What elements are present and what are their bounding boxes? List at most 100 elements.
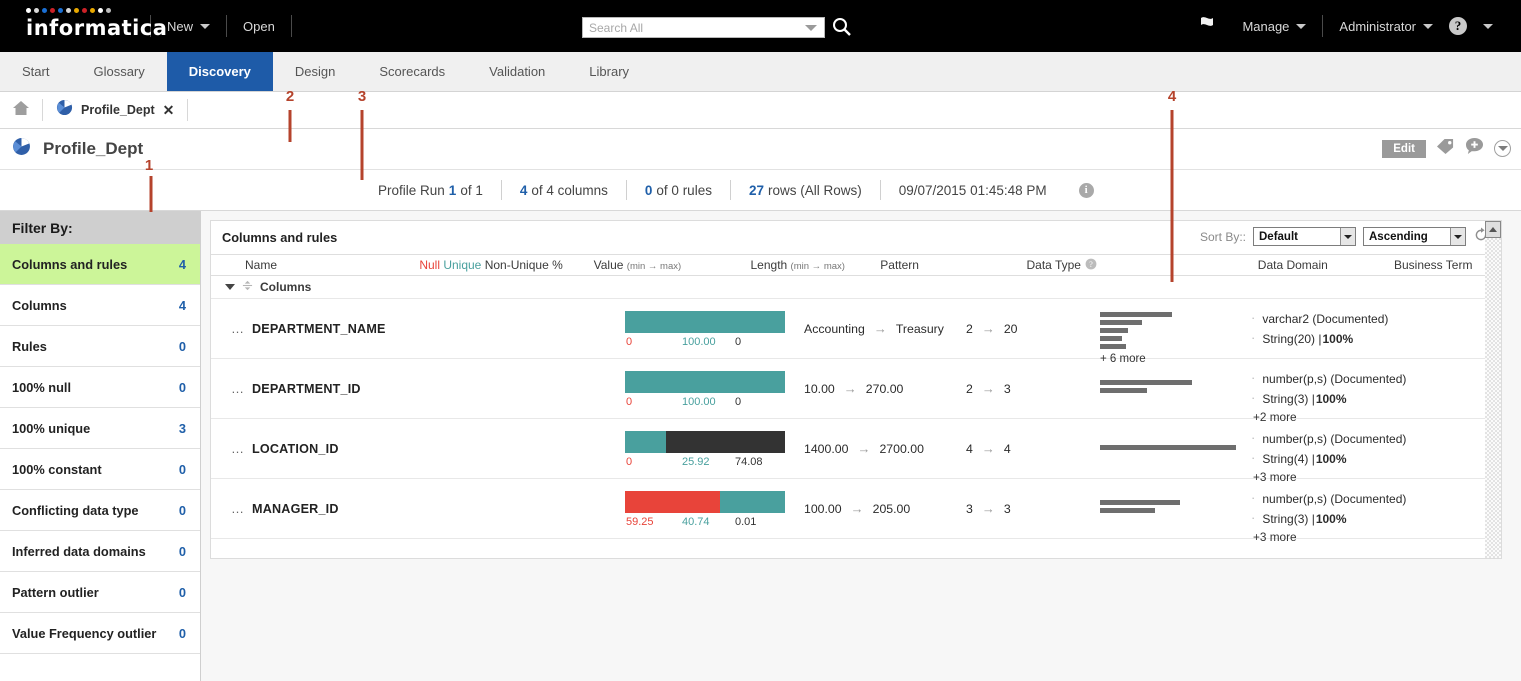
resize-handle-icon[interactable]: [241, 280, 254, 294]
search-input[interactable]: [583, 19, 805, 36]
chevron-down-icon[interactable]: [225, 284, 235, 290]
filter-item-100-unique[interactable]: 100% unique3: [0, 408, 200, 449]
cell-pattern[interactable]: [1100, 380, 1240, 396]
rules-count: 0: [645, 183, 653, 198]
row-menu-icon[interactable]: …: [231, 441, 245, 456]
informatica-logo[interactable]: informatica: [26, 8, 150, 44]
bar-label-nonunique: 74.08: [735, 456, 763, 468]
nav-tab-label: Validation: [489, 64, 545, 79]
table-row[interactable]: …DEPARTMENT_NAME0100.000Accounting→Treas…: [211, 299, 1501, 359]
bar-label-unique: 100.00: [682, 396, 716, 408]
cell-pattern[interactable]: [1100, 445, 1240, 453]
document-tab-profile-dept[interactable]: Profile_Dept ✕: [43, 92, 187, 128]
nav-tab-start[interactable]: Start: [0, 52, 71, 91]
edit-button[interactable]: Edit: [1382, 140, 1426, 158]
sort-field-value: Default: [1259, 231, 1298, 243]
data-type-more-link[interactable]: +3 more: [1253, 530, 1446, 544]
chevron-down-icon[interactable]: [1450, 228, 1465, 245]
data-type-inferred-percent: 100%: [1316, 509, 1347, 529]
annotation-leader-line: [289, 110, 292, 142]
col-header-business-term[interactable]: Business Term: [1365, 258, 1501, 272]
help-icon[interactable]: ?: [1449, 17, 1467, 35]
row-menu-icon[interactable]: …: [231, 381, 245, 396]
group-row-columns[interactable]: Columns: [211, 276, 1501, 299]
columns-summary[interactable]: 4 of 4 columns: [502, 183, 626, 198]
nav-tab-design[interactable]: Design: [273, 52, 357, 91]
col-header-pattern[interactable]: Pattern: [880, 258, 1026, 272]
bullet-icon: ·: [1251, 309, 1255, 327]
filter-item-pattern-outlier[interactable]: Pattern outlier0: [0, 572, 200, 613]
cell-column-name[interactable]: …LOCATION_ID: [231, 441, 339, 456]
close-icon[interactable]: ✕: [163, 102, 175, 119]
info-icon[interactable]: i: [1079, 183, 1094, 198]
bullet-icon: ·: [1251, 429, 1255, 447]
filter-item-inferred-data-domains[interactable]: Inferred data domains0: [0, 531, 200, 572]
nav-tab-label: Discovery: [189, 64, 251, 79]
breadcrumb: Profile_Dept ✕: [0, 92, 1521, 129]
filter-item-value-frequency-outlier[interactable]: Value Frequency outlier0: [0, 613, 200, 654]
search-scope-chevron-icon[interactable]: [805, 25, 817, 31]
col-header-data-type[interactable]: Data Type ?: [1027, 258, 1221, 273]
user-menu-button[interactable]: Administrator: [1323, 14, 1449, 38]
flag-icon[interactable]: [1198, 14, 1220, 39]
home-icon[interactable]: [12, 100, 30, 121]
add-comment-icon[interactable]: [1465, 137, 1484, 160]
filter-item-label: 100% constant: [12, 462, 102, 477]
sort-direction-select[interactable]: Ascending: [1363, 227, 1466, 246]
stacked-bar: [625, 491, 785, 513]
panel-collapse-icon[interactable]: [1494, 140, 1511, 157]
column-name-label: MANAGER_ID: [252, 502, 339, 516]
global-search[interactable]: [582, 17, 825, 38]
scrollbar-track[interactable]: [1485, 238, 1501, 558]
scroll-up-button[interactable]: [1485, 221, 1501, 238]
filter-item-columns[interactable]: Columns4: [0, 285, 200, 326]
filter-item-conflicting-data-type[interactable]: Conflicting data type0: [0, 490, 200, 531]
profile-run-summary[interactable]: Profile Run 1 of 1: [360, 183, 501, 198]
sort-field-select[interactable]: Default: [1253, 227, 1356, 246]
col-header-length[interactable]: Length (min → max): [751, 258, 881, 272]
filter-item-count: 0: [179, 544, 186, 559]
row-menu-icon[interactable]: …: [231, 501, 245, 516]
nav-tab-glossary[interactable]: Glossary: [71, 52, 166, 91]
manage-menu-button[interactable]: Manage: [1226, 14, 1322, 38]
overflow-menu-button[interactable]: [1467, 14, 1509, 38]
nav-tab-scorecards[interactable]: Scorecards: [357, 52, 467, 91]
help-icon[interactable]: ?: [1085, 258, 1097, 273]
open-menu-button[interactable]: Open: [227, 14, 291, 38]
column-name-label: DEPARTMENT_NAME: [252, 322, 386, 336]
cell-column-name[interactable]: … DEPARTMENT_NAME: [231, 321, 386, 336]
cell-column-name[interactable]: … MANAGER_ID: [231, 501, 339, 516]
col-header-name[interactable]: Name: [245, 258, 419, 272]
page-actions: Edit: [1382, 137, 1511, 160]
value-min: Accounting: [804, 322, 865, 336]
arrow-right-icon: →: [844, 381, 857, 396]
rows-summary[interactable]: 27 rows (All Rows): [731, 183, 880, 198]
row-menu-icon[interactable]: …: [231, 321, 245, 336]
pattern-bar: [1100, 336, 1122, 341]
col-header-data-domain[interactable]: Data Domain: [1220, 258, 1365, 272]
data-type-inferred-percent: 100%: [1316, 389, 1347, 409]
rules-summary[interactable]: 0 of 0 rules: [627, 183, 730, 198]
cell-pattern[interactable]: + 6 more: [1100, 312, 1240, 365]
col-header-value[interactable]: Value (min → max): [594, 258, 751, 272]
table-row[interactable]: …LOCATION_ID025.9274.081400.00→2700.004→…: [211, 419, 1501, 479]
tag-icon[interactable]: [1436, 138, 1455, 160]
col-header-data-type-label: Data Type: [1027, 258, 1081, 272]
nav-tab-discovery[interactable]: Discovery: [167, 52, 273, 91]
nav-tab-validation[interactable]: Validation: [467, 52, 567, 91]
vertical-scrollbar[interactable]: [1485, 221, 1501, 558]
cell-pattern[interactable]: [1100, 500, 1240, 516]
nav-tab-library[interactable]: Library: [567, 52, 651, 91]
filter-item-100-null[interactable]: 100% null0: [0, 367, 200, 408]
search-button[interactable]: [832, 17, 852, 42]
profile-pie-icon: [12, 137, 31, 161]
chevron-down-icon[interactable]: [1340, 228, 1355, 245]
cell-column-name[interactable]: …DEPARTMENT_ID: [231, 381, 361, 396]
data-type-documented: ·number(p,s) (Documented): [1251, 429, 1446, 449]
col-header-null-unique-nonunique[interactable]: Null Unique Non-Unique %: [419, 258, 593, 272]
filter-item-columns-and-rules[interactable]: Columns and rules4: [0, 244, 200, 285]
table-row[interactable]: …DEPARTMENT_ID0100.00010.00→270.002→3·nu…: [211, 359, 1501, 419]
filter-item-100-constant[interactable]: 100% constant0: [0, 449, 200, 490]
filter-item-rules[interactable]: Rules0: [0, 326, 200, 367]
table-row[interactable]: …MANAGER_ID59.2540.740.01100.00→205.003→…: [211, 479, 1501, 539]
